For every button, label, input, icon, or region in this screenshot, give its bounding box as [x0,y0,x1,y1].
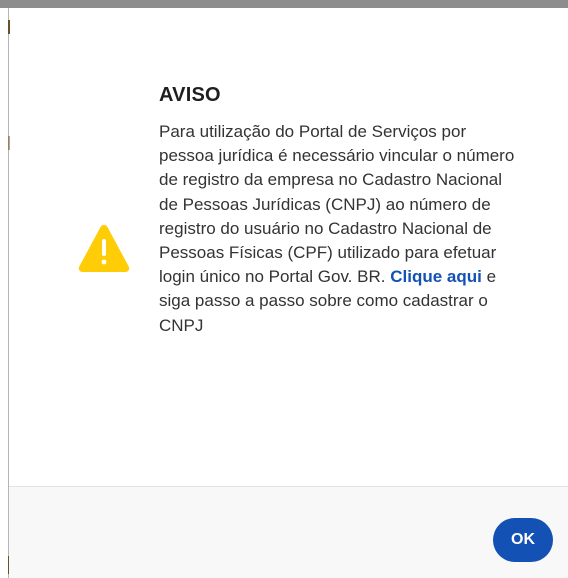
page-backdrop [0,0,568,8]
warning-dialog: AVISO Para utilização do Portal de Servi… [8,8,568,578]
warning-triangle-icon [78,225,130,272]
dialog-title: AVISO [159,84,221,106]
dialog-body: AVISO Para utilização do Portal de Servi… [9,8,568,486]
dialog-message: Para utilização do Portal de Serviços po… [159,120,519,338]
ok-button[interactable]: OK [493,518,553,562]
dialog-footer: OK [9,486,568,578]
click-here-link[interactable]: Clique aqui [390,267,482,286]
message-text: Para utilização do Portal de Serviços po… [159,122,515,287]
